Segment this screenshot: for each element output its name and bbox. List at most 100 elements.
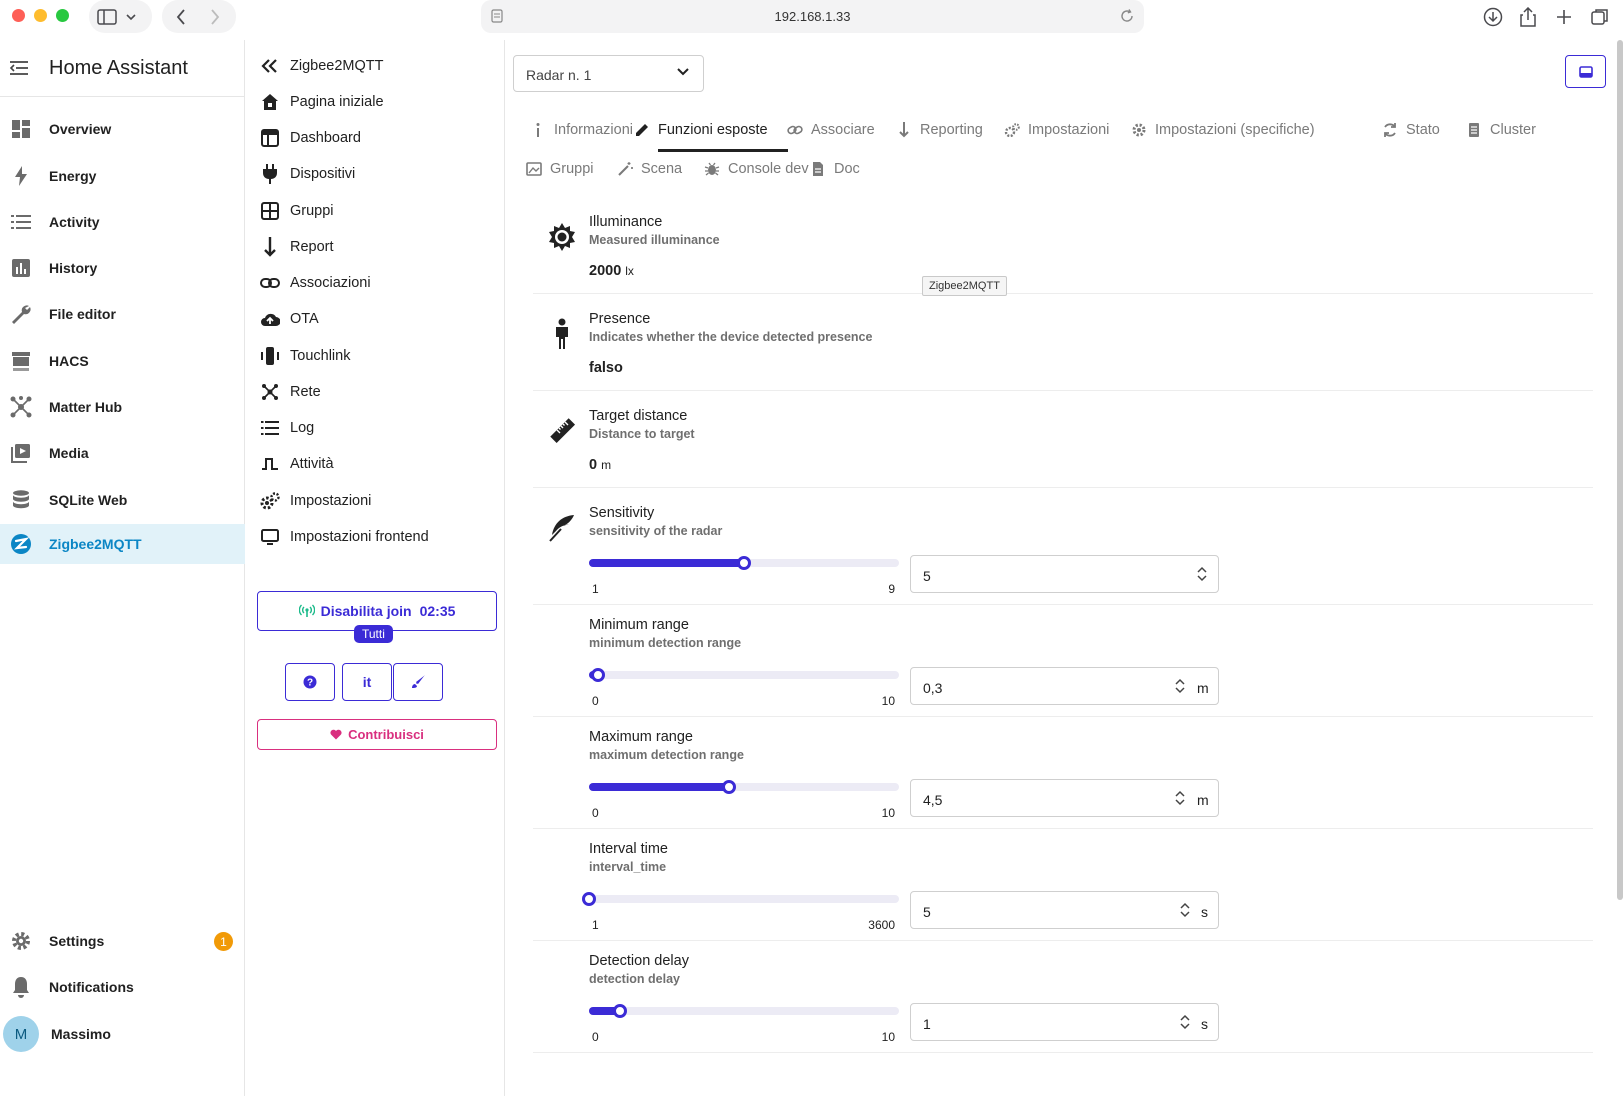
- sidebar-item-overview[interactable]: Overview: [0, 109, 245, 149]
- join-countdown: 02:35: [419, 603, 456, 619]
- z2m-nav-settings[interactable]: Impostazioni: [260, 486, 371, 516]
- share-icon[interactable]: [1517, 6, 1539, 28]
- stepper-icon[interactable]: [1175, 678, 1185, 694]
- sidebar-item-media[interactable]: Media: [0, 433, 245, 473]
- device-select[interactable]: Radar n. 1: [513, 55, 704, 92]
- interval-time-input[interactable]: 5 s: [910, 891, 1219, 929]
- z2m-sidebar: Zigbee2MQTT Pagina iniziale Dashboard Di…: [246, 40, 505, 1096]
- sensitivity-input[interactable]: 5: [910, 555, 1219, 593]
- tab-stato[interactable]: Stato: [1382, 119, 1440, 141]
- chevron-down-icon[interactable]: [126, 13, 136, 21]
- sidebar-item-notifications[interactable]: Notifications: [0, 967, 245, 1007]
- tab-overview-icon[interactable]: [1589, 6, 1611, 28]
- reload-icon[interactable]: [1120, 9, 1134, 23]
- broadcast-icon: [298, 604, 315, 618]
- language-button[interactable]: it: [342, 663, 392, 701]
- tab-cluster[interactable]: Cluster: [1466, 119, 1536, 141]
- sidebar-item-sqlite-web[interactable]: SQLite Web: [0, 480, 245, 520]
- address-bar[interactable]: 192.168.1.33: [481, 0, 1144, 33]
- tab-impostazioni[interactable]: Impostazioni: [1004, 119, 1109, 141]
- z2m-nav-ota[interactable]: OTA: [260, 304, 319, 334]
- feature-description: detection delay: [589, 972, 680, 986]
- sidebar-item-history[interactable]: History: [0, 248, 245, 288]
- sidebar-item-hacs[interactable]: HACS: [0, 341, 245, 381]
- tab-label: Funzioni esposte: [658, 122, 768, 138]
- slider-thumb[interactable]: [613, 1004, 627, 1018]
- sidebar-item-file-editor[interactable]: File editor: [0, 294, 245, 334]
- sidebar-item-zigbee2mqtt[interactable]: Zigbee2MQTT: [0, 524, 245, 564]
- tab-label: Console dev: [728, 161, 809, 177]
- theme-button[interactable]: [393, 663, 443, 701]
- wrench-icon: [9, 302, 33, 326]
- tab-scena[interactable]: Scena: [617, 158, 682, 180]
- plug-icon: [260, 164, 280, 184]
- tab-gruppi[interactable]: Gruppi: [526, 158, 594, 180]
- z2m-nav-touchlink[interactable]: Touchlink: [260, 341, 350, 371]
- slider-thumb[interactable]: [582, 892, 597, 906]
- join-target-badge[interactable]: Tutti: [354, 625, 393, 643]
- tab-associare[interactable]: Associare: [787, 119, 875, 141]
- z2m-nav-network[interactable]: Rete: [260, 377, 321, 407]
- sidebar-item-energy[interactable]: Energy: [0, 156, 245, 196]
- minimum-range-input[interactable]: 0,3 m: [910, 667, 1219, 705]
- tab-informazioni[interactable]: Informazioni: [530, 119, 633, 141]
- page-scrollbar[interactable]: [1617, 40, 1623, 900]
- downloads-icon[interactable]: [1482, 6, 1504, 28]
- z2m-nav-report[interactable]: Report: [260, 232, 334, 262]
- maximum-range-input[interactable]: 4,5 m: [910, 779, 1219, 817]
- stepper-icon[interactable]: [1175, 790, 1185, 806]
- tab-reporting[interactable]: Reporting: [896, 119, 983, 141]
- stepper-icon[interactable]: [1180, 1014, 1190, 1030]
- stepper-icon[interactable]: [1180, 902, 1190, 918]
- minimum-range-slider[interactable]: [589, 668, 899, 682]
- sidebar-item-matter-hub[interactable]: Matter Hub: [0, 387, 245, 427]
- z2m-nav-home[interactable]: Pagina iniziale: [260, 87, 384, 117]
- z2m-nav-activity[interactable]: Attività: [260, 449, 334, 479]
- menu-collapse-icon[interactable]: [9, 60, 31, 76]
- sidebar-item-activity[interactable]: Activity: [0, 202, 245, 242]
- arrow-down-icon: [260, 237, 280, 257]
- zoom-window-button[interactable]: [56, 9, 69, 22]
- z2m-nav-zigbee2mqtt[interactable]: Zigbee2MQTT: [260, 51, 383, 81]
- help-button[interactable]: ?: [285, 663, 335, 701]
- input-value: 0,3: [923, 680, 943, 696]
- slider-thumb[interactable]: [721, 780, 736, 794]
- stepper-icon[interactable]: [1197, 566, 1207, 582]
- new-tab-icon[interactable]: [1553, 6, 1575, 28]
- z2m-nav-log[interactable]: Log: [260, 413, 314, 443]
- interval-time-slider[interactable]: [582, 892, 899, 906]
- detection-delay-slider[interactable]: [589, 1004, 899, 1018]
- tab-console-dev[interactable]: Console dev: [704, 158, 809, 180]
- contribute-button[interactable]: Contribuisci: [257, 719, 497, 750]
- close-window-button[interactable]: [12, 9, 25, 22]
- forward-icon[interactable]: [210, 8, 220, 25]
- minimize-window-button[interactable]: [34, 9, 47, 22]
- slider-thumb[interactable]: [591, 668, 606, 682]
- tab-label: Gruppi: [550, 161, 594, 177]
- tab-funzioni-esposte[interactable]: Funzioni esposte: [634, 119, 768, 141]
- tab-doc[interactable]: Doc: [810, 158, 860, 180]
- z2m-nav-devices[interactable]: Dispositivi: [260, 159, 355, 189]
- tab-label: Associare: [811, 122, 875, 138]
- z2m-nav-dashboard[interactable]: Dashboard: [260, 123, 361, 153]
- sidebar-user[interactable]: M Massimo: [0, 1014, 245, 1054]
- z2m-nav-groups[interactable]: Gruppi: [260, 196, 334, 226]
- slider-thumb[interactable]: [737, 556, 751, 570]
- contribute-label: Contribuisci: [348, 727, 424, 742]
- z2m-nav-frontend-settings[interactable]: Impostazioni frontend: [260, 522, 429, 552]
- sidebar-item-settings[interactable]: Settings 1: [0, 921, 245, 961]
- maximum-range-slider[interactable]: [589, 780, 899, 794]
- detection-delay-input[interactable]: 1 s: [910, 1003, 1219, 1041]
- refresh-icon: [1382, 122, 1398, 138]
- slider-min-label: 1: [592, 918, 599, 932]
- avatar: M: [3, 1016, 39, 1052]
- feature-description: Indicates whether the device detected pr…: [589, 330, 873, 344]
- back-icon[interactable]: [176, 8, 186, 25]
- zigbee-icon: [9, 532, 33, 556]
- tab-impostazioni-specifiche[interactable]: Impostazioni (specifiche): [1131, 119, 1315, 141]
- sensitivity-slider[interactable]: [589, 556, 899, 570]
- z2m-nav-bindings[interactable]: Associazioni: [260, 268, 371, 298]
- sidebar-item-label: Energy: [49, 168, 97, 184]
- theme-toggle-button[interactable]: [1565, 55, 1606, 88]
- sidebar-toggle-icon[interactable]: [97, 8, 117, 25]
